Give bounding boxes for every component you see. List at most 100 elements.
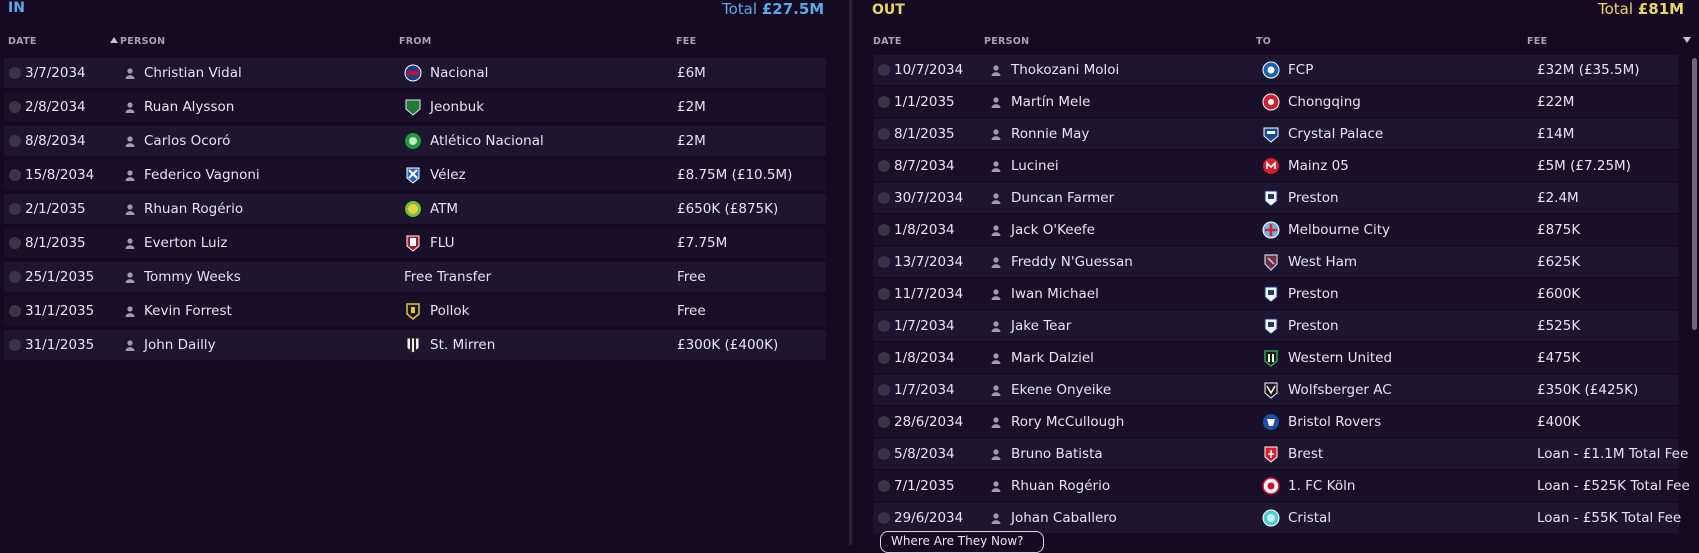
row-club-name[interactable]: FCP — [1288, 62, 1313, 78]
row-person-name[interactable]: Lucinei — [1011, 158, 1059, 174]
table-row[interactable]: 31/1/2035 John Dailly St. Mirren £300K (£40… — [4, 330, 826, 360]
row-club-name[interactable]: West Ham — [1288, 254, 1357, 270]
table-row[interactable]: 28/6/2034 Rory McCullough Bristol Rovers £4… — [873, 407, 1679, 437]
chongqing-crest-icon — [1262, 92, 1280, 112]
table-row[interactable]: 2/1/2035 Rhuan Rogério ATM £650K (£875K) — [4, 194, 826, 224]
out-scrollbar[interactable] — [1692, 58, 1697, 330]
row-club-name[interactable]: Bristol Rovers — [1288, 414, 1381, 430]
table-row[interactable]: 30/7/2034 Duncan Farmer Preston £2.4M — [873, 183, 1679, 213]
row-club-name[interactable]: Melbourne City — [1288, 222, 1390, 238]
table-row[interactable]: 1/8/2034 Jack O'Keefe Melbourne City £875K — [873, 215, 1679, 245]
bristol-rovers-crest-icon — [1262, 412, 1280, 432]
person-icon — [990, 96, 1002, 108]
row-club-name[interactable]: Brest — [1288, 446, 1323, 462]
person-icon — [990, 192, 1002, 204]
row-person-name[interactable]: Ruan Alysson — [144, 99, 234, 115]
row-person-name[interactable]: Rhuan Rogério — [144, 201, 243, 217]
in-col-fee[interactable]: FEE — [676, 36, 696, 47]
row-person-name[interactable]: Ekene Onyeike — [1011, 382, 1111, 398]
row-person-name[interactable]: Rhuan Rogério — [1011, 478, 1110, 494]
row-person-name[interactable]: Kevin Forrest — [144, 303, 232, 319]
row-fee: £5M (£7.25M) — [1537, 158, 1631, 174]
checkmark-icon — [878, 416, 890, 428]
row-club-name[interactable]: Free Transfer — [404, 269, 491, 285]
row-person-name[interactable]: Thokozani Moloi — [1011, 62, 1119, 78]
row-person-name[interactable]: Federico Vagnoni — [144, 167, 260, 183]
table-row[interactable]: 2/8/2034 Ruan Alysson Jeonbuk £2M — [4, 92, 826, 122]
row-person-name[interactable]: Freddy N'Guessan — [1011, 254, 1133, 270]
row-person-name[interactable]: John Dailly — [144, 337, 216, 353]
table-row[interactable]: 5/8/2034 Bruno Batista Brest Loan - £1.1M T… — [873, 439, 1688, 469]
table-row[interactable]: 1/1/2035 Martín Mele Chongqing £22M — [873, 87, 1679, 117]
table-row[interactable]: 7/1/2035 Rhuan Rogério 1. FC Köln Loan - £5… — [873, 471, 1690, 501]
in-col-from[interactable]: FROM — [399, 36, 432, 47]
row-club-name[interactable]: Preston — [1288, 286, 1339, 302]
table-row[interactable]: 8/7/2034 Lucinei Mainz 05 £5M (£7.25M) — [873, 151, 1679, 181]
table-row[interactable]: 1/8/2034 Mark Dalziel Western United £475K — [873, 343, 1679, 373]
row-fee: Free — [677, 303, 706, 319]
in-col-date[interactable]: DATE — [8, 36, 37, 47]
row-fee: £600K — [1537, 286, 1581, 302]
table-row[interactable]: 15/8/2034 Federico Vagnoni Vélez £8.75M (£1… — [4, 160, 826, 190]
table-row[interactable]: 1/7/2034 Jake Tear Preston £525K — [873, 311, 1679, 341]
row-club-name[interactable]: Western United — [1288, 350, 1392, 366]
wolfsberger-crest-icon — [1262, 380, 1280, 400]
row-person-name[interactable]: Iwan Michael — [1011, 286, 1099, 302]
checkmark-icon — [878, 288, 890, 300]
table-row[interactable]: 13/7/2034 Freddy N'Guessan West Ham £625K — [873, 247, 1679, 277]
row-person-name[interactable]: Tommy Weeks — [144, 269, 241, 285]
row-person-name[interactable]: Rory McCullough — [1011, 414, 1124, 430]
row-club-name[interactable]: Crystal Palace — [1288, 126, 1383, 142]
row-person-name[interactable]: Jack O'Keefe — [1011, 222, 1095, 238]
row-person-name[interactable]: Bruno Batista — [1011, 446, 1103, 462]
out-col-date[interactable]: DATE — [873, 36, 902, 47]
table-row[interactable]: 29/6/2034 Johan Caballero Cristal Loan - £5… — [873, 503, 1681, 533]
row-person-name[interactable]: Ronnie May — [1011, 126, 1089, 142]
table-row[interactable]: 31/1/2035 Kevin Forrest Pollok Free — [4, 296, 826, 326]
row-person-name[interactable]: Duncan Farmer — [1011, 190, 1114, 206]
table-row[interactable]: 3/7/2034 Christian Vidal Nacional £6M — [4, 58, 826, 88]
row-club-name[interactable]: Chongqing — [1288, 94, 1361, 110]
row-person-name[interactable]: Everton Luiz — [144, 235, 227, 251]
row-person-name[interactable]: Martín Mele — [1011, 94, 1090, 110]
row-person-name[interactable]: Jake Tear — [1011, 318, 1071, 334]
row-fee: Loan - £1.1M Total Fee — [1537, 446, 1689, 462]
row-person-name[interactable]: Mark Dalziel — [1011, 350, 1094, 366]
row-club-name[interactable]: Cristal — [1288, 510, 1331, 526]
table-row[interactable]: 10/7/2034 Thokozani Moloi FCP £32M (£35.5M) — [873, 55, 1679, 85]
row-person-name[interactable]: Carlos Ocoró — [144, 133, 230, 149]
table-row[interactable]: 25/1/2035 Tommy Weeks Free Transfer Free — [4, 262, 826, 292]
row-fee: Loan - £525K Total Fee — [1537, 478, 1690, 494]
row-fee: £32M (£35.5M) — [1537, 62, 1640, 78]
column-menu-chevron-down-icon[interactable] — [1683, 37, 1691, 43]
transfers-out-panel: OUT Total £81M DATE PERSON TO FEE 10/7/2… — [852, 0, 1699, 545]
table-row[interactable]: 1/7/2034 Ekene Onyeike Wolfsberger AC £350K… — [873, 375, 1679, 405]
row-club-name[interactable]: St. Mirren — [430, 337, 495, 353]
row-club-name[interactable]: ATM — [430, 201, 458, 217]
table-row[interactable]: 8/1/2035 Everton Luiz FLU £7.75M — [4, 228, 826, 258]
row-club-name[interactable]: Atlético Nacional — [430, 133, 544, 149]
row-club-name[interactable]: Preston — [1288, 190, 1339, 206]
row-club-name[interactable]: Wolfsberger AC — [1288, 382, 1392, 398]
out-col-to[interactable]: TO — [1256, 36, 1271, 47]
table-row[interactable]: 8/8/2034 Carlos Ocoró Atlético Nacional £2M — [4, 126, 826, 156]
checkmark-icon — [878, 96, 890, 108]
row-club-name[interactable]: Mainz 05 — [1288, 158, 1349, 174]
out-col-person[interactable]: PERSON — [984, 36, 1029, 47]
table-row[interactable]: 8/1/2035 Ronnie May Crystal Palace £14M — [873, 119, 1679, 149]
row-club-name[interactable]: Preston — [1288, 318, 1339, 334]
row-club-name[interactable]: Jeonbuk — [430, 99, 484, 115]
where-are-they-now-button[interactable]: Where Are They Now? — [880, 531, 1044, 553]
row-club-name[interactable]: Pollok — [430, 303, 470, 319]
table-row[interactable]: 11/7/2034 Iwan Michael Preston £600K — [873, 279, 1679, 309]
in-col-person[interactable]: PERSON — [110, 36, 165, 47]
row-club-name[interactable]: Nacional — [430, 65, 488, 81]
row-person-name[interactable]: Johan Caballero — [1011, 510, 1117, 526]
out-total: Total £81M — [1598, 0, 1684, 18]
row-club-name[interactable]: 1. FC Köln — [1288, 478, 1355, 494]
out-col-fee[interactable]: FEE — [1527, 36, 1547, 47]
in-total-value: £27.5M — [761, 0, 825, 18]
row-person-name[interactable]: Christian Vidal — [144, 65, 242, 81]
row-club-name[interactable]: FLU — [430, 235, 455, 251]
row-club-name[interactable]: Vélez — [430, 167, 466, 183]
